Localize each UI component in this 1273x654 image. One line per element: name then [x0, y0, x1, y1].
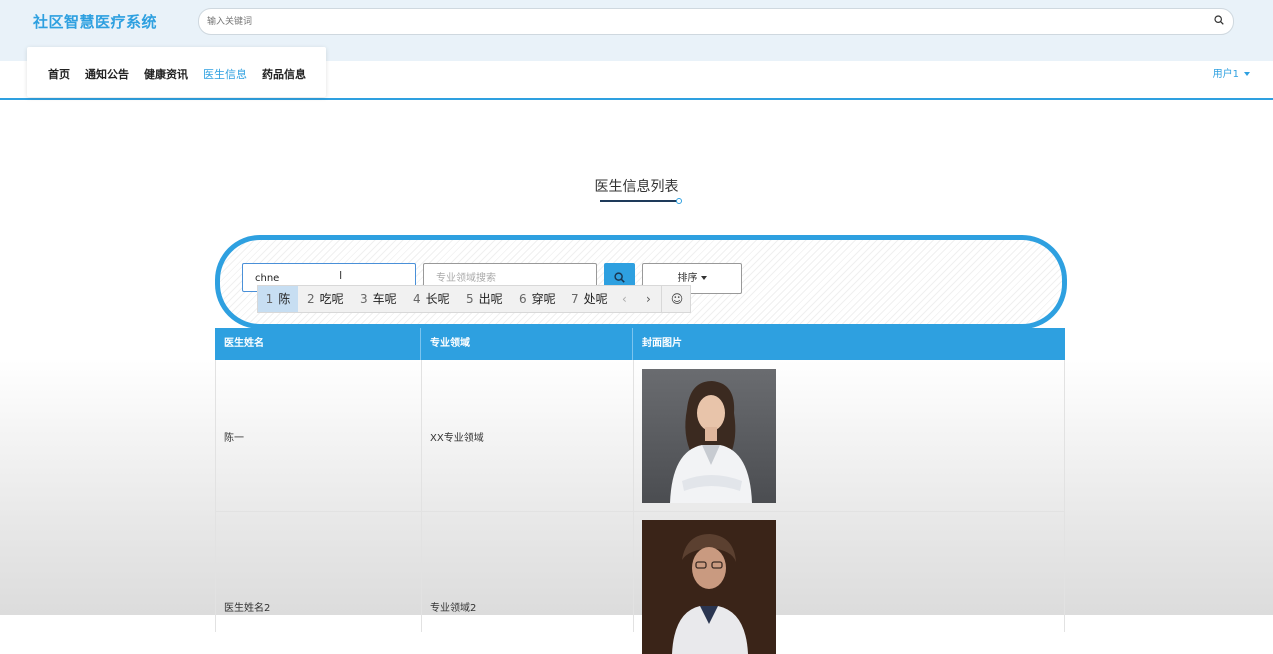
global-search [198, 8, 1234, 35]
column-header-specialty: 专业领域 [421, 328, 633, 360]
title-underline [600, 200, 679, 202]
cell-specialty: 专业领域2 [422, 512, 634, 632]
nav-item-medicines[interactable]: 药品信息 [262, 66, 306, 82]
table-row[interactable]: 医生姓名2 专业领域2 [215, 512, 1065, 654]
doctor-photo[interactable] [642, 520, 776, 654]
ime-emoji-icon[interactable]: ☺ [661, 286, 692, 312]
ime-candidate-bar: 1陈 2 吃呢 3 车呢 4 长呢 5 出呢 6 穿呢 7 处呢 ‹ › ☺ [257, 285, 691, 313]
doctor-portrait-image [642, 520, 776, 654]
ime-candidate-1[interactable]: 1陈 [258, 286, 298, 312]
doctor-specialty: XX专业领域 [430, 433, 484, 444]
ime-candidate-4[interactable]: 4 长呢 [413, 286, 450, 312]
doctor-photo[interactable] [642, 369, 776, 503]
column-header-image: 封面图片 [642, 338, 682, 349]
nav-item-notices[interactable]: 通知公告 [85, 66, 129, 82]
site-logo[interactable]: 社区智慧医疗系统 [33, 11, 157, 32]
user-name: 用户1 [1212, 69, 1239, 80]
ime-prev-icon[interactable]: ‹ [622, 286, 627, 312]
main-nav: 首页 通知公告 健康资讯 医生信息 药品信息 [27, 47, 326, 97]
caret-down-icon [700, 276, 707, 280]
title-underline-dot [676, 198, 682, 204]
ime-candidate-5[interactable]: 5 出呢 [466, 286, 503, 312]
nav-item-home[interactable]: 首页 [48, 66, 70, 82]
ime-next-icon[interactable]: › [646, 286, 651, 312]
column-header-name: 医生姓名 [215, 328, 421, 360]
cell-name: 陈一 [216, 360, 422, 511]
cell-name: 医生姓名2 [216, 512, 422, 632]
doctor-specialty: 专业领域2 [430, 603, 477, 614]
table-header: 医生姓名 专业领域 封面图片 [215, 328, 1065, 360]
page-title: 医生信息列表 [594, 179, 679, 195]
caret-down-icon [1244, 72, 1250, 76]
global-search-input[interactable] [205, 13, 1189, 31]
cell-image [634, 360, 1065, 511]
user-menu[interactable]: 用户1 [1213, 65, 1250, 80]
sort-label: 排序 [677, 273, 698, 284]
ime-candidate-7[interactable]: 7 处呢 [571, 286, 608, 312]
cell-image [634, 512, 1065, 654]
nav-item-health-news[interactable]: 健康资讯 [144, 66, 188, 82]
ime-candidate-2[interactable]: 2 吃呢 [307, 286, 344, 312]
search-icon[interactable] [1214, 15, 1224, 25]
ime-candidate-3[interactable]: 3 车呢 [360, 286, 397, 312]
doctor-name: 医生姓名2 [224, 603, 271, 614]
ime-candidate-6[interactable]: 6 穿呢 [519, 286, 556, 312]
text-cursor-icon: I [339, 269, 343, 282]
table-row[interactable]: 陈一 XX专业领域 [215, 360, 1065, 512]
doctor-name: 陈一 [224, 433, 244, 444]
doctor-portrait-image [642, 369, 776, 503]
nav-item-doctors[interactable]: 医生信息 [203, 66, 247, 82]
cell-specialty: XX专业领域 [422, 360, 634, 511]
search-icon [614, 272, 625, 283]
